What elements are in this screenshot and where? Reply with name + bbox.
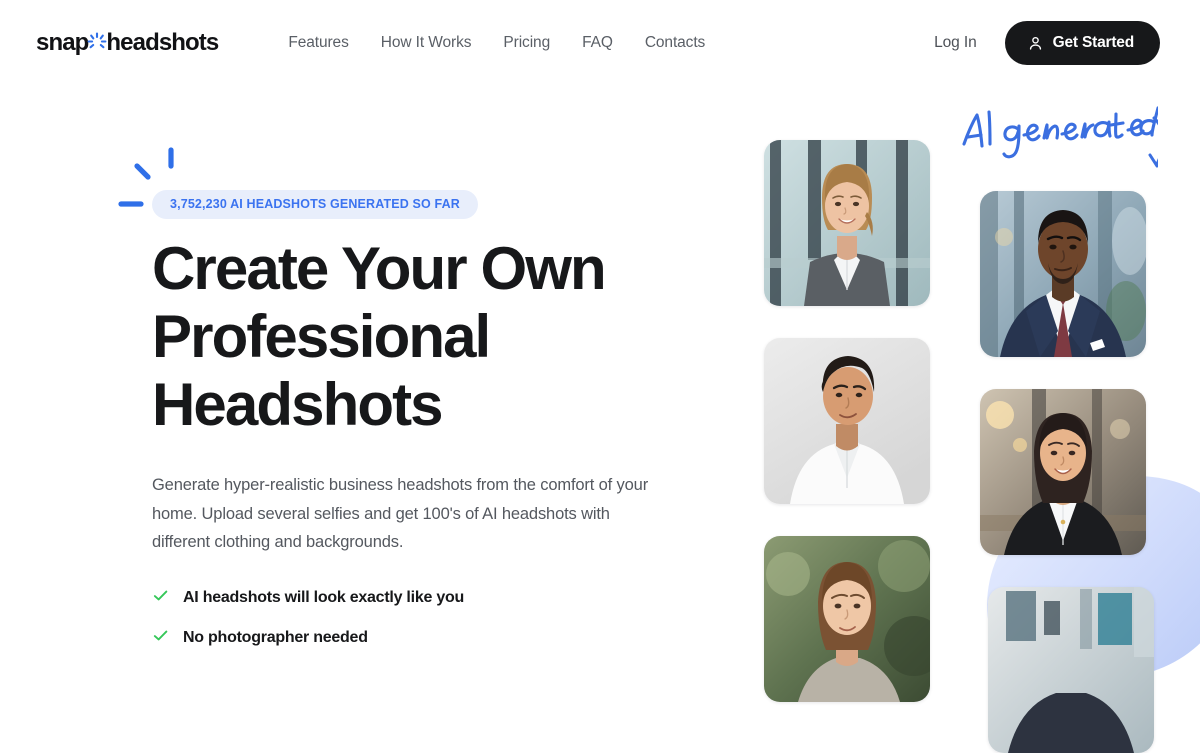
sparkle-burst-icon — [114, 144, 184, 219]
check-icon — [152, 627, 169, 649]
sparkle-burst-icon — [87, 32, 107, 54]
page-title: Create Your Own Professional Headshots — [152, 235, 607, 439]
headshot-woman-gray-blazer[interactable] — [764, 140, 930, 306]
site-header: snap headshots Features How It Works Pri… — [0, 0, 1200, 86]
check-icon — [152, 587, 169, 609]
headshot-collage — [736, 86, 1166, 753]
feature-list: AI headshots will look exactly like you … — [152, 587, 736, 649]
nav-pricing[interactable]: Pricing — [487, 28, 566, 58]
headshot-man-navy-suit[interactable] — [980, 191, 1146, 357]
headshot-man-white-shirt[interactable] — [764, 338, 930, 504]
feature-label: No photographer needed — [183, 628, 368, 646]
feature-label: AI headshots will look exactly like you — [183, 588, 465, 606]
main-nav: Features How It Works Pricing FAQ Contac… — [272, 28, 721, 58]
get-started-label: Get Started — [1052, 34, 1135, 51]
ai-generated-annotation — [958, 102, 1166, 182]
nav-contacts[interactable]: Contacts — [629, 28, 721, 58]
nav-faq[interactable]: FAQ — [566, 28, 629, 58]
list-item: AI headshots will look exactly like you — [152, 587, 736, 609]
headshot-person-office[interactable] — [988, 587, 1154, 753]
header-actions: Log In Get Started — [930, 21, 1160, 65]
hero-subtitle: Generate hyper-realistic business headsh… — [152, 476, 649, 552]
brand-logo[interactable]: snap headshots — [36, 29, 219, 57]
hero-section: 3,752,230 AI HEADSHOTS GENERATED SO FAR … — [0, 86, 1200, 753]
nav-how-it-works[interactable]: How It Works — [365, 28, 488, 58]
user-icon — [1027, 35, 1044, 52]
brand-name-part1: snap — [36, 29, 89, 56]
brand-name-part2: headshots — [106, 29, 219, 56]
get-started-button[interactable]: Get Started — [1004, 21, 1160, 65]
login-link[interactable]: Log In — [930, 28, 981, 58]
nav-features[interactable]: Features — [272, 28, 364, 58]
headshot-woman-outdoors[interactable] — [764, 536, 930, 702]
stat-badge: 3,752,230 AI HEADSHOTS GENERATED SO FAR — [152, 190, 478, 219]
headshot-woman-black-blazer[interactable] — [980, 389, 1146, 555]
hero-copy: 3,752,230 AI HEADSHOTS GENERATED SO FAR … — [36, 86, 736, 667]
list-item: No photographer needed — [152, 627, 736, 649]
